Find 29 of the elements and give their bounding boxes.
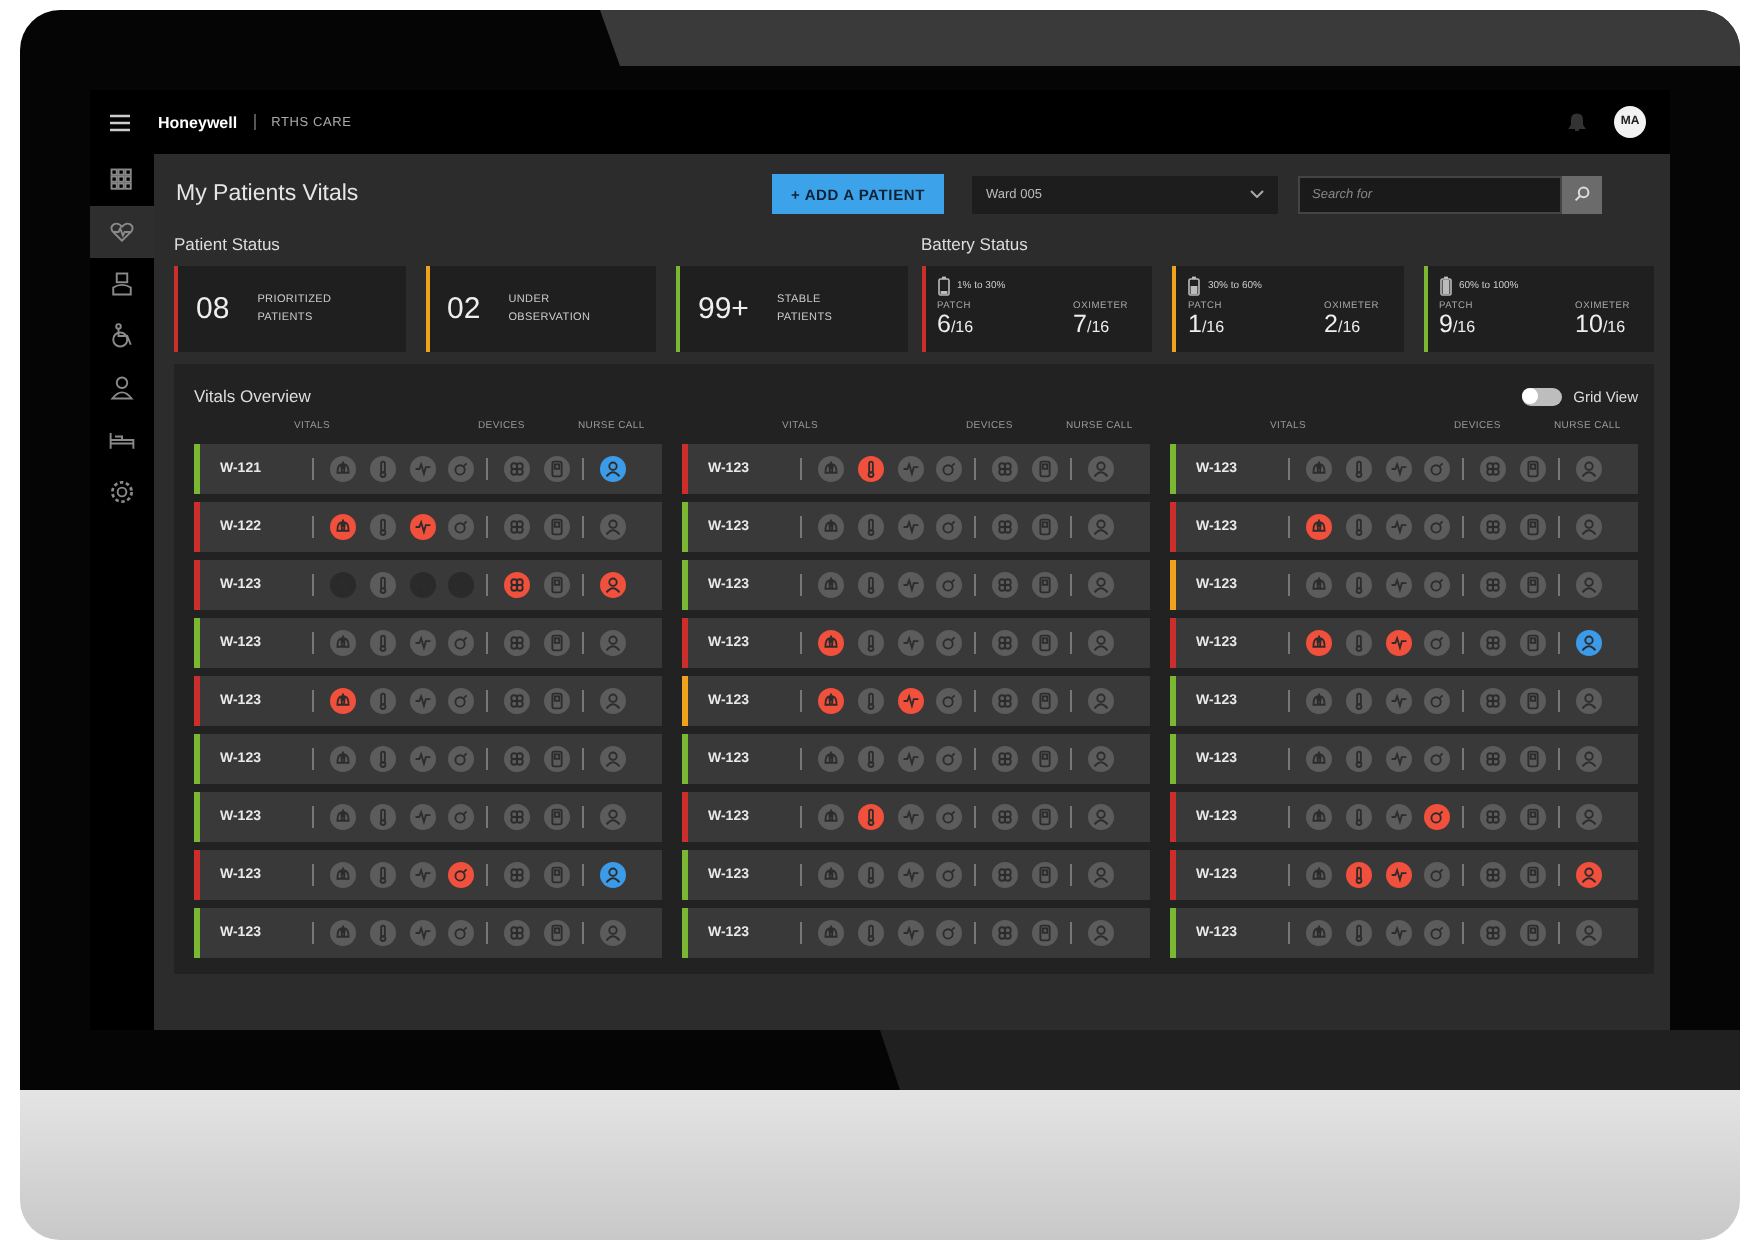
grid-icon (108, 166, 136, 194)
section-title: Vitals Overview (194, 386, 313, 406)
patch-count: 9/16 (1439, 312, 1476, 340)
patient-count: 02 (447, 292, 481, 326)
patch-count: 6/16 (937, 312, 974, 340)
heart-icon (108, 218, 136, 246)
battery-icon (937, 276, 949, 296)
chevron-icon (1250, 190, 1264, 198)
oximeter-count: 7/16 (1073, 312, 1112, 340)
battery-icon (1188, 276, 1200, 296)
menu-icon[interactable] (110, 113, 130, 131)
oximeter-count: 10/16 (1575, 312, 1628, 340)
search-button[interactable] (1562, 175, 1602, 213)
doctor-icon (108, 374, 136, 402)
section-title: Patient Status (174, 234, 282, 254)
settings-icon (108, 478, 136, 506)
oximeter-count: 2/16 (1324, 312, 1363, 340)
nurse-icon (108, 270, 136, 298)
page-title: My Patients Vitals (174, 182, 361, 206)
wheelchair-icon (108, 322, 136, 350)
search-icon (1574, 186, 1590, 202)
battery-icon (1439, 276, 1451, 296)
section-title: Battery Status (921, 234, 1030, 254)
brand-name: Honeywell (158, 113, 238, 131)
patient-count: 08 (196, 292, 230, 326)
grid-view-toggle[interactable] (1521, 387, 1562, 405)
patch-count: 1/16 (1188, 312, 1225, 340)
patient-count: 99+ (698, 292, 749, 326)
sidebar-item[interactable] (90, 206, 154, 258)
